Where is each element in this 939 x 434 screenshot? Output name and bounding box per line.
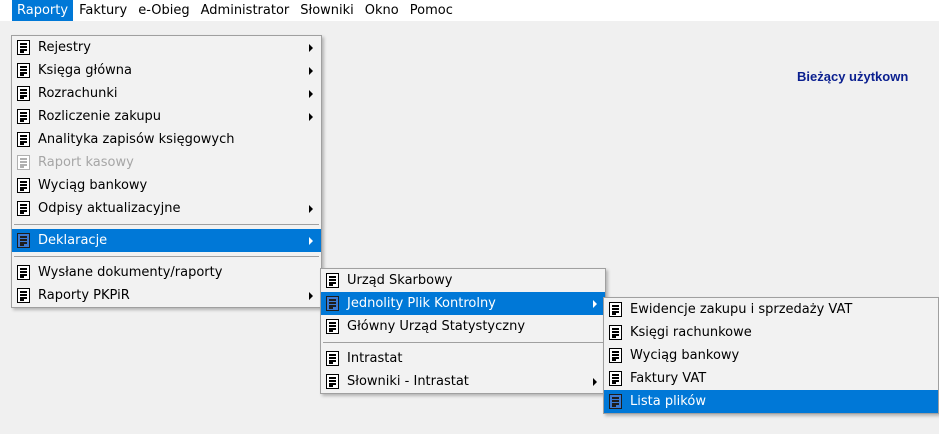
menu-bar: Raporty Faktury e-Obieg Administrator Sł… <box>0 0 939 21</box>
menu-item-urzad-skarbowy[interactable]: Urząd Skarbowy <box>321 269 605 292</box>
menu-item-wyciag-bankowy[interactable]: Wyciąg bankowy <box>12 174 321 197</box>
submenu-arrow-icon <box>309 44 313 52</box>
menu-item-label: Analityka zapisów księgowych <box>38 132 235 147</box>
menu-item-label: Lista plików <box>630 394 706 409</box>
report-icon <box>17 109 30 124</box>
report-icon <box>326 296 339 311</box>
menu-item-analityka[interactable]: Analityka zapisów księgowych <box>12 128 321 151</box>
submenu-arrow-icon <box>309 67 313 75</box>
menu-item-ewidencje-vat[interactable]: Ewidencje zakupu i sprzedaży VAT <box>604 298 938 321</box>
current-user-label: Bieżący użytkown <box>797 69 909 84</box>
menu-pomoc[interactable]: Pomoc <box>405 0 458 21</box>
report-icon <box>17 201 30 216</box>
submenu-arrow-icon <box>309 237 313 245</box>
menu-item-rozrachunki[interactable]: Rozrachunki <box>12 82 321 105</box>
report-icon <box>17 86 30 101</box>
deklaracje-submenu: Urząd Skarbowy Jednolity Plik Kontrolny … <box>320 268 606 394</box>
menu-item-ksiegi-rachunkowe[interactable]: Księgi rachunkowe <box>604 321 938 344</box>
report-icon <box>326 273 339 288</box>
submenu-arrow-icon <box>593 378 597 386</box>
submenu-arrow-icon <box>309 292 313 300</box>
menu-item-label: Wyciąg bankowy <box>630 348 740 363</box>
menu-item-label: Urząd Skarbowy <box>347 273 453 288</box>
menu-item-label: Odpisy aktualizacyjne <box>38 201 181 216</box>
menu-item-label: Księga główna <box>38 63 132 78</box>
menu-item-label: Intrastat <box>347 351 403 366</box>
menu-item-label: Raport kasowy <box>38 155 134 170</box>
menu-faktury[interactable]: Faktury <box>74 0 132 21</box>
menu-item-label: Główny Urząd Statystyczny <box>347 319 526 334</box>
menu-item-label: Wysłane dokumenty/raporty <box>38 265 223 280</box>
menu-item-intrastat[interactable]: Intrastat <box>321 347 605 370</box>
report-icon <box>17 233 30 248</box>
menu-item-wyslane-dokumenty[interactable]: Wysłane dokumenty/raporty <box>12 261 321 284</box>
menu-item-rozliczenie-zakupu[interactable]: Rozliczenie zakupu <box>12 105 321 128</box>
submenu-arrow-icon <box>309 205 313 213</box>
report-icon <box>17 288 30 303</box>
menu-item-faktury-vat[interactable]: Faktury VAT <box>604 367 938 390</box>
menu-slowniki[interactable]: Słowniki <box>295 0 359 21</box>
menu-item-odpisy[interactable]: Odpisy aktualizacyjne <box>12 197 321 220</box>
menu-item-jpk[interactable]: Jednolity Plik Kontrolny <box>321 292 605 315</box>
menu-e-obieg[interactable]: e-Obieg <box>133 0 194 21</box>
menu-item-label: Rozrachunki <box>38 86 118 101</box>
menu-item-label: Deklaracje <box>38 233 108 248</box>
jpk-submenu: Ewidencje zakupu i sprzedaży VAT Księgi … <box>603 297 939 414</box>
report-icon <box>609 325 622 340</box>
menu-item-raporty-pkpir[interactable]: Raporty PKPiR <box>12 284 321 307</box>
report-icon <box>17 178 30 193</box>
report-icon <box>326 351 339 366</box>
menu-item-label: Rozliczenie zakupu <box>38 109 162 124</box>
menu-item-label: Faktury VAT <box>630 371 707 386</box>
menu-item-ksiega-glowna[interactable]: Księga główna <box>12 59 321 82</box>
report-icon <box>326 319 339 334</box>
menu-separator <box>12 252 321 261</box>
report-icon <box>609 348 622 363</box>
menu-item-label: Księgi rachunkowe <box>630 325 752 340</box>
menu-item-slowniki-intrastat[interactable]: Słowniki - Intrastat <box>321 370 605 393</box>
menu-item-lista-plikow[interactable]: Lista plików <box>604 390 938 413</box>
menu-item-deklaracje[interactable]: Deklaracje <box>12 229 321 252</box>
menu-item-rejestry[interactable]: Rejestry <box>12 36 321 59</box>
menu-item-raport-kasowy: Raport kasowy <box>12 151 321 174</box>
menu-item-label: Rejestry <box>38 40 91 55</box>
report-icon <box>609 302 622 317</box>
report-icon <box>17 40 30 55</box>
menu-separator <box>12 220 321 229</box>
submenu-arrow-icon <box>309 90 313 98</box>
menu-item-label: Jednolity Plik Kontrolny <box>347 296 496 311</box>
menu-administrator[interactable]: Administrator <box>196 0 295 21</box>
menu-item-jpk-wyciag-bankowy[interactable]: Wyciąg bankowy <box>604 344 938 367</box>
report-icon <box>17 132 30 147</box>
submenu-arrow-icon <box>593 300 597 308</box>
menu-item-label: Wyciąg bankowy <box>38 178 148 193</box>
report-icon <box>17 265 30 280</box>
report-icon <box>17 63 30 78</box>
report-icon <box>17 155 30 170</box>
report-icon <box>609 394 622 409</box>
menu-item-label: Słowniki - Intrastat <box>347 374 469 389</box>
menu-okno[interactable]: Okno <box>360 0 404 21</box>
menu-item-label: Ewidencje zakupu i sprzedaży VAT <box>630 302 853 317</box>
submenu-arrow-icon <box>309 113 313 121</box>
menu-separator <box>321 338 605 347</box>
raporty-dropdown: Rejestry Księga główna Rozrachunki Rozli… <box>11 35 322 308</box>
report-icon <box>609 371 622 386</box>
menu-raporty[interactable]: Raporty <box>12 0 74 21</box>
menu-item-gus[interactable]: Główny Urząd Statystyczny <box>321 315 605 338</box>
menu-item-label: Raporty PKPiR <box>38 288 130 303</box>
report-icon <box>326 374 339 389</box>
